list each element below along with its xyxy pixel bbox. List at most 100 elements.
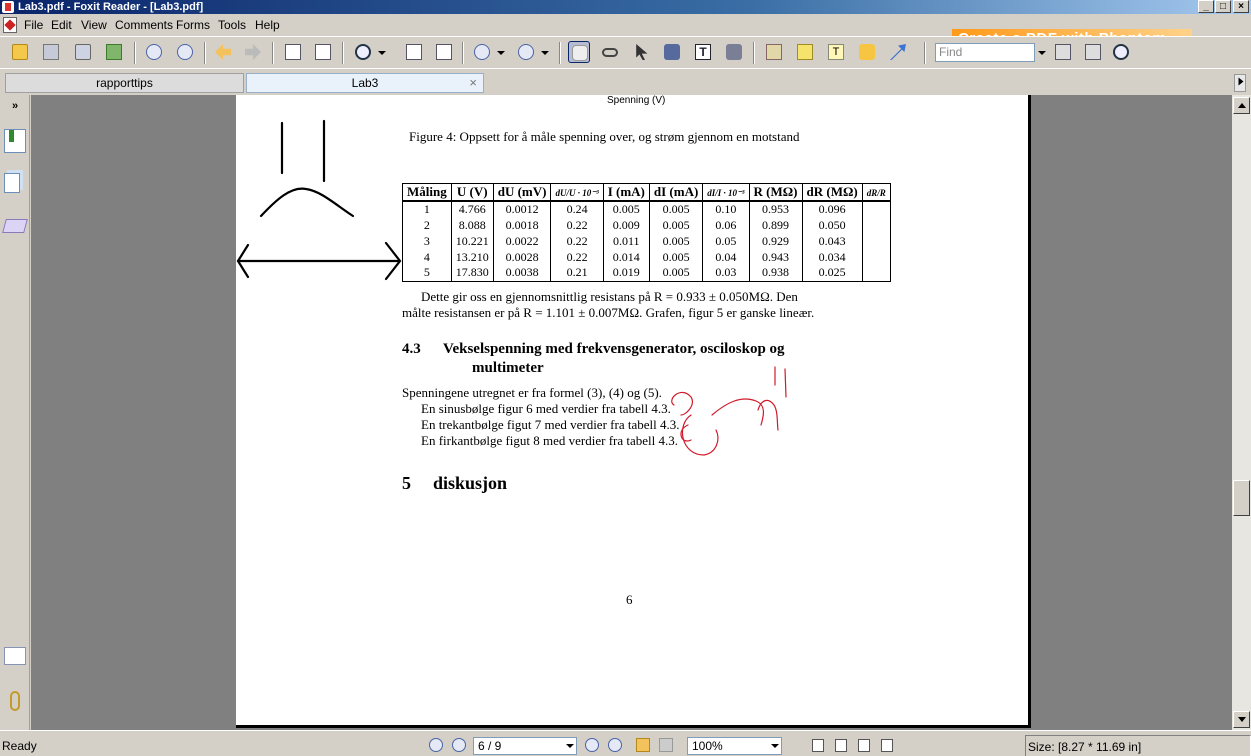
fit-page-button[interactable] (403, 41, 425, 63)
zoom-in-dropdown[interactable] (541, 41, 551, 63)
app-icon (2, 1, 14, 13)
find-previous-button[interactable] (1052, 41, 1074, 63)
scroll-thumb[interactable] (1233, 480, 1250, 516)
menu-tools[interactable]: Tools (218, 18, 246, 32)
menu-forms[interactable]: Forms (176, 18, 210, 32)
menu-comments[interactable]: Comments (115, 18, 173, 32)
column-header: U (V) (450, 183, 494, 202)
previous-page-status-button[interactable] (452, 738, 466, 752)
tab-rapporttips[interactable]: rapporttips (5, 73, 244, 93)
table-cell: 2 (402, 217, 452, 233)
find-input[interactable]: Find (935, 43, 1035, 62)
previous-page-button[interactable] (143, 41, 165, 63)
body-text: Spenningene utregnet er fra formel (3), … (402, 385, 662, 400)
snapshot-button[interactable] (723, 41, 745, 63)
menu-edit[interactable]: Edit (51, 18, 72, 32)
comment-tool-button[interactable] (856, 41, 878, 63)
insert-page-button[interactable] (282, 41, 304, 63)
bookmarks-icon[interactable] (4, 129, 26, 153)
first-page-button[interactable] (429, 738, 443, 752)
column-header: dI/I · 10⁻³ (702, 183, 750, 202)
collapse-panel-button[interactable]: » (4, 99, 26, 121)
email-button[interactable] (103, 41, 125, 63)
arrow-icon (890, 44, 906, 60)
ink-stroke (680, 424, 692, 442)
note-tool-button[interactable] (794, 41, 816, 63)
document-icon[interactable] (3, 17, 17, 33)
search-tool-button[interactable] (661, 41, 683, 63)
pages-icon[interactable] (4, 173, 20, 193)
menu-view[interactable]: View (81, 18, 107, 32)
zoom-dropdown[interactable] (378, 41, 388, 63)
chevron-down-icon[interactable] (771, 744, 779, 748)
tab-lab3[interactable]: Lab3 × (246, 73, 484, 93)
comments-panel-icon[interactable] (4, 647, 26, 665)
menu-bar: File Edit View Comments Forms Tools Help… (0, 14, 1251, 49)
zoom-out-button[interactable] (471, 41, 493, 63)
continuous-view-button[interactable] (835, 739, 847, 752)
select-tool-button[interactable] (630, 41, 652, 63)
zoom-out-dropdown[interactable] (497, 41, 507, 63)
paragraph-line: Dette gir oss en gjennomsnittlig resista… (421, 289, 798, 304)
save-button[interactable] (40, 41, 62, 63)
back-button[interactable] (212, 41, 234, 63)
scroll-down-button[interactable] (1233, 711, 1250, 728)
folder-icon (12, 44, 28, 60)
pdf-page[interactable]: Spenning (V) Figure 4: Oppsett for å mål… (236, 95, 1031, 728)
chevron-down-icon (541, 51, 549, 55)
page-insert-icon (285, 44, 301, 60)
hand-tool-button[interactable] (568, 41, 590, 63)
zoom-in-button[interactable] (515, 41, 537, 63)
close-tab-icon[interactable]: × (469, 74, 477, 92)
next-page-button[interactable] (174, 41, 196, 63)
title-bar[interactable]: Lab3.pdf - Foxit Reader - [Lab3.pdf] _ □… (0, 0, 1251, 14)
go-back-button[interactable] (636, 738, 650, 752)
select-text-button[interactable]: T (692, 41, 714, 63)
fit-width-button[interactable] (433, 41, 455, 63)
measurement-table: Måling U (V) dU (mV) dU/U · 10⁻³ I (mA) … (402, 183, 891, 282)
print-button[interactable] (72, 41, 94, 63)
chevron-down-icon[interactable] (566, 744, 574, 748)
column-header: R (MΩ) (748, 183, 803, 202)
pencil-tool-button[interactable] (763, 41, 785, 63)
ink-stroke (757, 399, 779, 431)
arrow-left-icon (215, 44, 231, 60)
search-button[interactable] (1110, 41, 1132, 63)
table-cell: 0.22 (550, 249, 604, 265)
table-cell: 1 (402, 201, 452, 217)
zoom-field[interactable]: 100% (687, 737, 782, 755)
plus-circle-icon (518, 44, 534, 60)
tab-scroll-button[interactable] (1234, 74, 1246, 92)
arrow-tool-button[interactable] (887, 41, 909, 63)
find-dropdown[interactable] (1036, 43, 1047, 62)
document-view[interactable]: Spenning (V) Figure 4: Oppsett for å mål… (31, 95, 1232, 730)
chevron-down-icon (497, 51, 505, 55)
attachments-icon[interactable] (10, 691, 20, 711)
menu-file[interactable]: File (24, 18, 43, 32)
single-page-view-button[interactable] (812, 739, 824, 752)
loupe-tool-button[interactable] (599, 41, 621, 63)
forward-button[interactable] (242, 41, 264, 63)
page-number-field[interactable]: 6 / 9 (473, 737, 577, 755)
next-page-status-button[interactable] (585, 738, 599, 752)
printer-icon (75, 44, 91, 60)
maximize-button[interactable]: □ (1215, 0, 1231, 13)
open-button[interactable] (9, 41, 31, 63)
scroll-up-button[interactable] (1233, 97, 1250, 114)
layers-icon[interactable] (2, 219, 28, 233)
menu-help[interactable]: Help (255, 18, 280, 32)
close-button[interactable]: × (1233, 0, 1249, 13)
minimize-button[interactable]: _ (1198, 0, 1214, 13)
continuous-facing-view-button[interactable] (881, 739, 893, 752)
drawn-arrowhead (384, 241, 402, 281)
last-page-button[interactable] (608, 738, 622, 752)
typewriter-tool-button[interactable]: T (825, 41, 847, 63)
find-next-button[interactable] (1082, 41, 1104, 63)
extract-page-button[interactable] (312, 41, 334, 63)
vertical-scrollbar[interactable] (1232, 95, 1251, 730)
go-forward-button[interactable] (659, 738, 673, 752)
facing-view-button[interactable] (858, 739, 870, 752)
window-title: Lab3.pdf - Foxit Reader - [Lab3.pdf] (18, 1, 204, 13)
pencil-icon (766, 44, 782, 60)
zoom-button[interactable] (352, 41, 374, 63)
